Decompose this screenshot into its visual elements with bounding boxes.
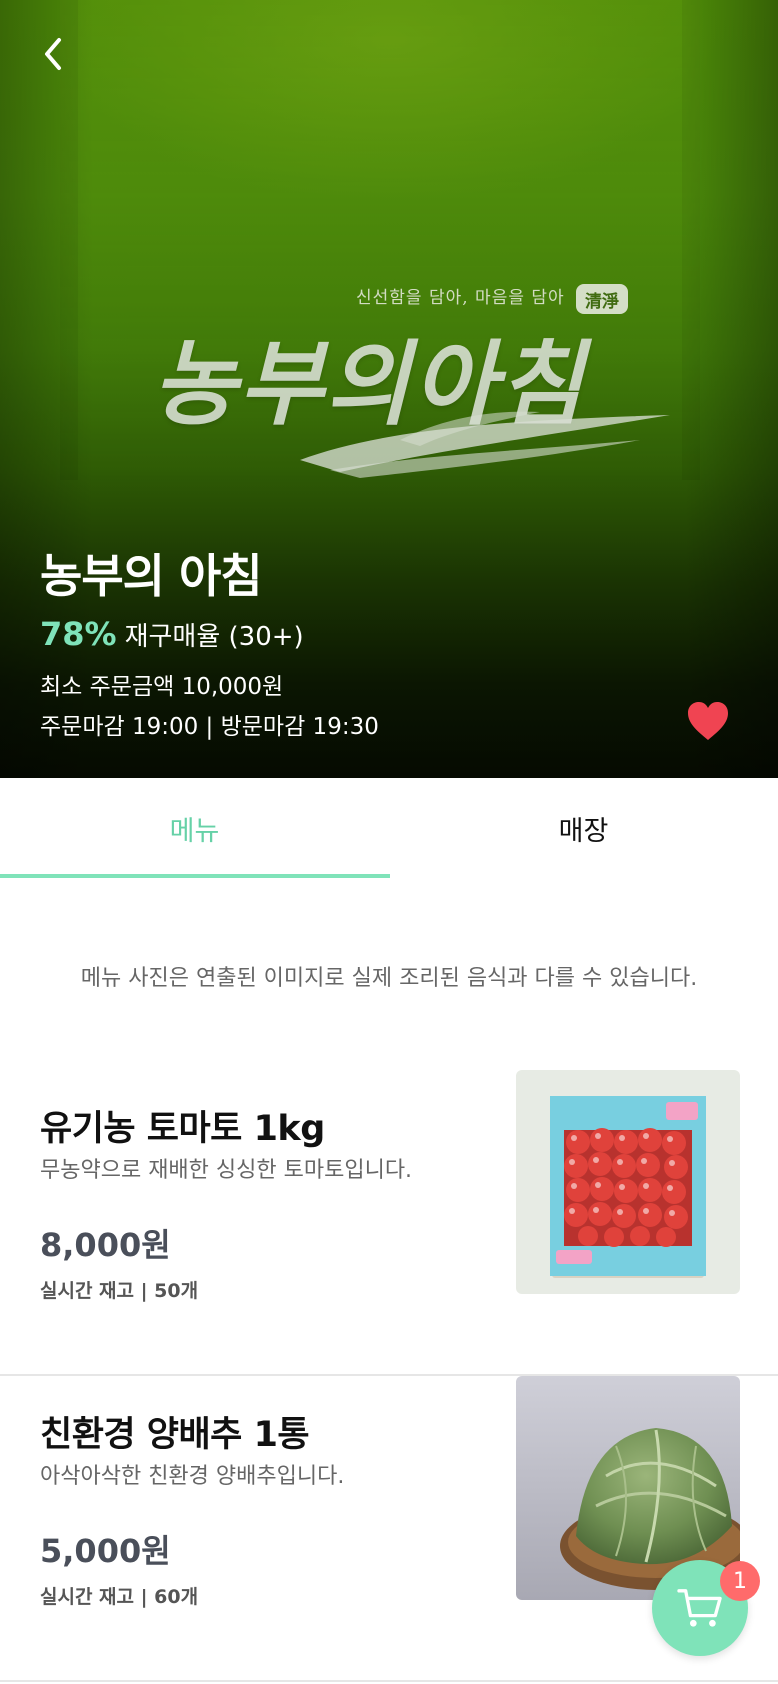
menu-item-description: 무농약으로 재배한 싱싱한 토마토입니다. bbox=[40, 1158, 413, 1183]
menu-item-description: 아삭아삭한 친환경 양배추입니다. bbox=[40, 1464, 345, 1489]
logo-tagline: 신선함을 담아, 마음을 담아 bbox=[356, 288, 565, 308]
reorder-rate-value: 78% bbox=[40, 615, 117, 653]
heart-icon bbox=[688, 702, 728, 740]
menu-item-name: 유기농 토마토 1kg bbox=[40, 1109, 325, 1149]
min-order-amount: 최소 주문금액 10,000원 bbox=[40, 674, 284, 700]
menu-item-image bbox=[516, 1070, 740, 1294]
store-name: 농부의 아침 bbox=[40, 549, 263, 603]
reorder-rate-row: 78% 재구매율 (30+) bbox=[40, 615, 304, 653]
cart-count-badge: 1 bbox=[720, 1561, 760, 1601]
order-deadline: 주문마감 19:00 | 방문마감 19:30 bbox=[40, 714, 379, 740]
menu-item-stock: 실시간 재고 | 60개 bbox=[40, 1586, 199, 1608]
tab-store[interactable]: 매장 bbox=[389, 778, 778, 878]
menu-item-stock: 실시간 재고 | 50개 bbox=[40, 1280, 199, 1302]
menu-item-price: 5,000원 bbox=[40, 1532, 171, 1570]
favorite-button[interactable] bbox=[686, 700, 730, 742]
active-tab-indicator bbox=[0, 874, 390, 878]
menu-item-price: 8,000원 bbox=[40, 1226, 171, 1264]
tab-bar: 메뉴 매장 bbox=[0, 778, 778, 878]
tomato-box-image bbox=[516, 1070, 740, 1294]
tab-menu[interactable]: 메뉴 bbox=[0, 778, 389, 878]
store-hero-image: 신선함을 담아, 마음을 담아 清淨 농부의아침 농부의 아침 78% 재구매율… bbox=[0, 0, 778, 778]
menu-item[interactable]: 유기농 토마토 1kg 무농약으로 재배한 싱싱한 토마토입니다. 8,000원… bbox=[0, 1070, 778, 1376]
reorder-rate-label: 재구매율 (30+) bbox=[124, 622, 304, 652]
chevron-left-icon bbox=[45, 38, 61, 70]
logo-leaf-swoosh bbox=[300, 411, 670, 478]
menu-photo-notice: 메뉴 사진은 연출된 이미지로 실제 조리된 음식과 다를 수 있습니다. bbox=[80, 966, 698, 991]
menu-item-name: 친환경 양배추 1통 bbox=[40, 1415, 310, 1455]
back-button[interactable] bbox=[30, 30, 78, 78]
cart-icon bbox=[677, 1589, 722, 1627]
